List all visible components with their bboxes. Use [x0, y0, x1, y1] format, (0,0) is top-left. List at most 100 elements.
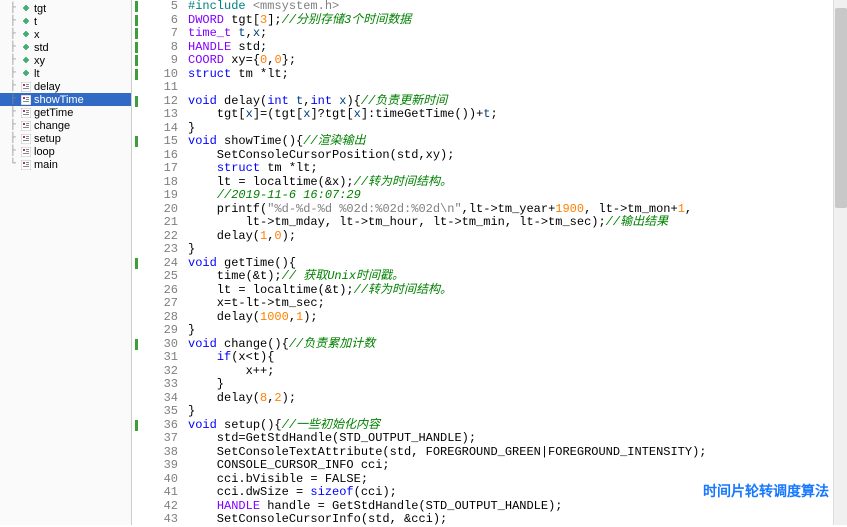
- marker-cell: [132, 338, 144, 352]
- sidebar-item-label: lt: [34, 68, 40, 80]
- code-line[interactable]: [184, 81, 847, 95]
- code-line[interactable]: void showTime(){//渲染输出: [184, 135, 847, 149]
- code-line[interactable]: void change(){//负责累加计数: [184, 338, 847, 352]
- code-line[interactable]: lt = localtime(&x);//转为时间结构。: [184, 176, 847, 190]
- sidebar-item-setup[interactable]: ├setup: [0, 132, 131, 145]
- line-number: 9: [144, 54, 178, 68]
- marker-cell: [132, 230, 144, 244]
- line-number: 8: [144, 41, 178, 55]
- marker-cell: [132, 392, 144, 406]
- function-icon: [20, 95, 32, 105]
- code-line[interactable]: CONSOLE_CURSOR_INFO cci;: [184, 459, 847, 473]
- marker-cell: [132, 270, 144, 284]
- variable-icon: [20, 43, 32, 53]
- code-line[interactable]: printf("%d-%d-%d %02d:%02d:%02d\n",lt->t…: [184, 203, 847, 217]
- code-line[interactable]: SetConsoleCursorInfo(std, &cci);: [184, 513, 847, 525]
- sidebar-item-label: xy: [34, 55, 45, 67]
- line-number: 37: [144, 432, 178, 446]
- line-number: 33: [144, 378, 178, 392]
- marker-cell: [132, 446, 144, 460]
- sidebar-item-label: getTime: [34, 107, 73, 119]
- code-line[interactable]: SetConsoleTextAttribute(std, FOREGROUND_…: [184, 446, 847, 460]
- code-line[interactable]: time(&t);// 获取Unix时间戳。: [184, 270, 847, 284]
- line-number: 24: [144, 257, 178, 271]
- sidebar-item-delay[interactable]: ├delay: [0, 80, 131, 93]
- code-line[interactable]: COORD xy={0,0};: [184, 54, 847, 68]
- code-line[interactable]: struct tm *lt;: [184, 162, 847, 176]
- function-icon: [20, 134, 32, 144]
- code-line[interactable]: }: [184, 378, 847, 392]
- marker-cell: [132, 513, 144, 527]
- marker-cell: [132, 419, 144, 433]
- code-line[interactable]: }: [184, 243, 847, 257]
- code-line[interactable]: std=GetStdHandle(STD_OUTPUT_HANDLE);: [184, 432, 847, 446]
- code-line[interactable]: SetConsoleCursorPosition(std,xy);: [184, 149, 847, 163]
- line-number: 18: [144, 176, 178, 190]
- line-number: 38: [144, 446, 178, 460]
- code-line[interactable]: #include <mmsystem.h>: [184, 0, 847, 14]
- sidebar-item-label: showTime: [34, 94, 84, 106]
- sidebar-item-label: std: [34, 42, 49, 54]
- line-number: 23: [144, 243, 178, 257]
- sidebar-item-loop[interactable]: ├loop: [0, 145, 131, 158]
- sidebar-item-xy[interactable]: ├xy: [0, 54, 131, 67]
- code-line[interactable]: time_t t,x;: [184, 27, 847, 41]
- sidebar-item-lt[interactable]: ├lt: [0, 67, 131, 80]
- tree-branch-icon: └: [10, 159, 20, 170]
- sidebar-item-t[interactable]: ├t: [0, 15, 131, 28]
- marker-cell: [132, 351, 144, 365]
- code-content[interactable]: #include <mmsystem.h>DWORD tgt[3];//分别存储…: [184, 0, 847, 525]
- code-line[interactable]: cci.dwSize = sizeof(cci);: [184, 486, 847, 500]
- code-line[interactable]: x=t-lt->tm_sec;: [184, 297, 847, 311]
- code-line[interactable]: HANDLE std;: [184, 41, 847, 55]
- code-line[interactable]: x++;: [184, 365, 847, 379]
- sidebar-item-getTime[interactable]: ├getTime: [0, 106, 131, 119]
- marker-cell: [132, 243, 144, 257]
- symbol-tree-sidebar[interactable]: ├tgt├t├x├std├xy├lt├delay├showTime├getTim…: [0, 0, 132, 525]
- sidebar-item-change[interactable]: ├change: [0, 119, 131, 132]
- marker-cell: [132, 176, 144, 190]
- sidebar-item-main[interactable]: └main: [0, 158, 131, 171]
- sidebar-item-showTime[interactable]: ├ showTime: [0, 93, 131, 106]
- line-number: 41: [144, 486, 178, 500]
- tree-branch-icon: ├: [10, 42, 20, 53]
- marker-cell: [132, 500, 144, 514]
- code-line[interactable]: delay(8,2);: [184, 392, 847, 406]
- tree-branch-icon: ├: [10, 29, 20, 40]
- line-number: 6: [144, 14, 178, 28]
- code-line[interactable]: tgt[x]=(tgt[x]?tgt[x]:timeGetTime())+t;: [184, 108, 847, 122]
- code-line[interactable]: DWORD tgt[3];//分别存储3个时间数据: [184, 14, 847, 28]
- marker-cell: [132, 365, 144, 379]
- code-line[interactable]: delay(1000,1);: [184, 311, 847, 325]
- code-line[interactable]: lt = localtime(&t);//转为时间结构。: [184, 284, 847, 298]
- code-line[interactable]: void setup(){//一些初始化内容: [184, 419, 847, 433]
- marker-cell: [132, 257, 144, 271]
- tree-branch-icon: ├: [10, 16, 20, 27]
- code-line[interactable]: }: [184, 122, 847, 136]
- marker-cell: [132, 81, 144, 95]
- line-number: 26: [144, 284, 178, 298]
- marker-cell: [132, 0, 144, 14]
- code-line[interactable]: HANDLE handle = GetStdHandle(STD_OUTPUT_…: [184, 500, 847, 514]
- code-line[interactable]: void delay(int t,int x){//负责更新时间: [184, 95, 847, 109]
- code-line[interactable]: delay(1,0);: [184, 230, 847, 244]
- code-line[interactable]: //2019-11-6 16:07:29: [184, 189, 847, 203]
- marker-cell: [132, 284, 144, 298]
- sidebar-item-tgt[interactable]: ├tgt: [0, 2, 131, 15]
- code-line[interactable]: void getTime(){: [184, 257, 847, 271]
- scroll-thumb[interactable]: [835, 8, 847, 208]
- marker-cell: [132, 149, 144, 163]
- scrollbar-vertical[interactable]: [833, 0, 847, 525]
- code-line[interactable]: cci.bVisible = FALSE;: [184, 473, 847, 487]
- code-line[interactable]: }: [184, 324, 847, 338]
- code-line[interactable]: if(x<t){: [184, 351, 847, 365]
- code-line[interactable]: }: [184, 405, 847, 419]
- line-number: 10: [144, 68, 178, 82]
- code-line[interactable]: struct tm *lt;: [184, 68, 847, 82]
- tree-branch-icon: ├: [10, 94, 20, 105]
- code-line[interactable]: lt->tm_mday, lt->tm_hour, lt->tm_min, lt…: [184, 216, 847, 230]
- line-number: 12: [144, 95, 178, 109]
- sidebar-item-x[interactable]: ├x: [0, 28, 131, 41]
- sidebar-item-std[interactable]: ├ std: [0, 41, 131, 54]
- code-editor[interactable]: 5678910111213141516171819202122232425262…: [132, 0, 847, 525]
